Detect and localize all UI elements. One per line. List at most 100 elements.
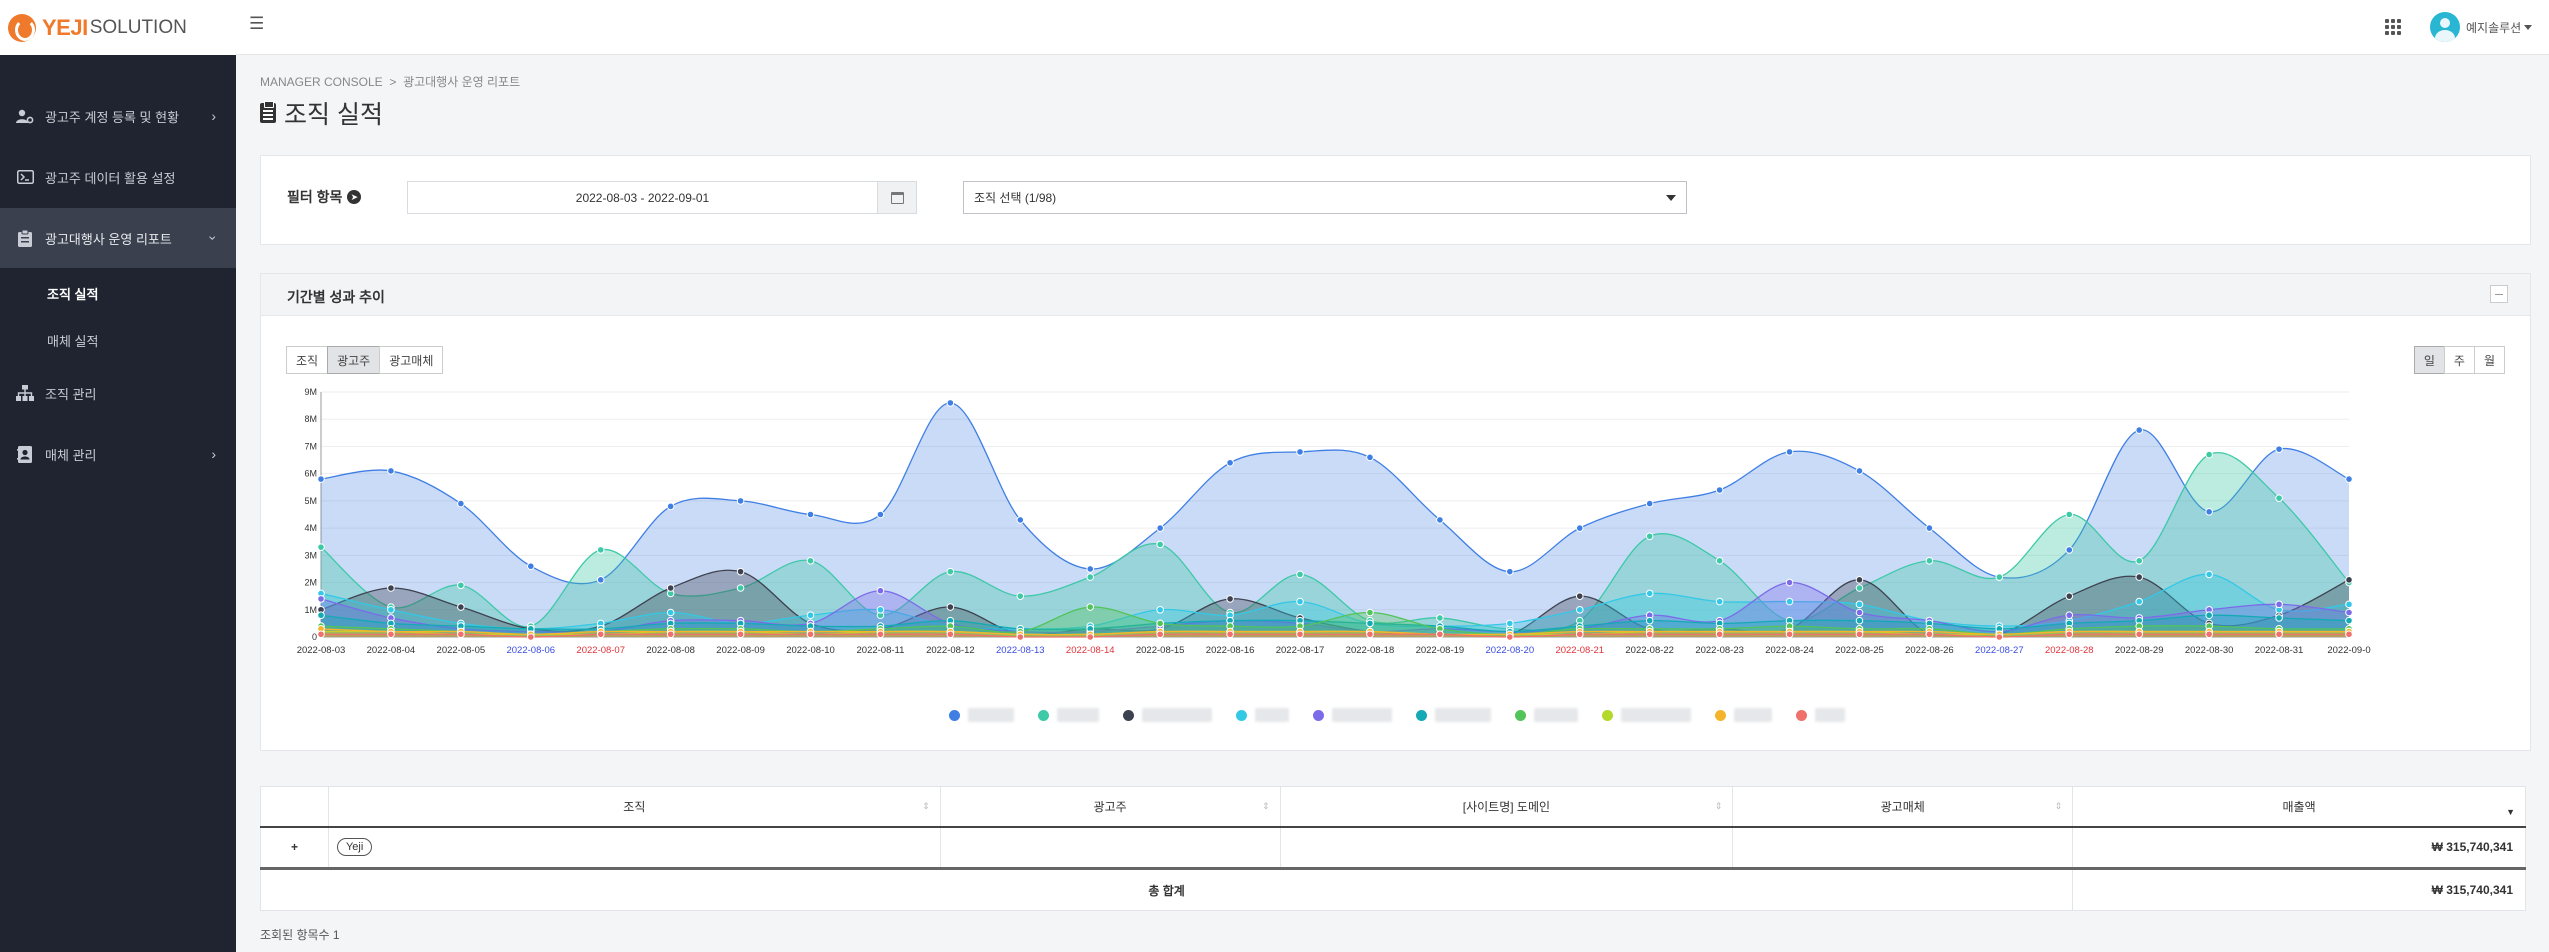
- data-point[interactable]: [946, 567, 955, 576]
- data-point[interactable]: [2275, 600, 2283, 609]
- legend-item[interactable]: [1037, 708, 1099, 722]
- apps-grid-icon[interactable]: [2383, 17, 2401, 35]
- data-point[interactable]: [2135, 573, 2144, 581]
- data-point[interactable]: [666, 502, 675, 511]
- legend-item[interactable]: [1714, 708, 1772, 722]
- data-point[interactable]: [1785, 448, 1794, 456]
- data-point[interactable]: [387, 630, 395, 639]
- legend-item[interactable]: [1601, 708, 1691, 722]
- column-header-advertiser[interactable]: 광고주 ⇕: [939, 786, 1281, 828]
- data-point[interactable]: [1855, 584, 1864, 592]
- data-point[interactable]: [876, 630, 885, 639]
- sidebar-item-media-management[interactable]: 매체 관리 ›: [0, 424, 236, 484]
- data-point[interactable]: [1506, 567, 1514, 576]
- data-point[interactable]: [2275, 630, 2283, 639]
- data-point[interactable]: [1226, 595, 1234, 603]
- data-point[interactable]: [317, 475, 325, 483]
- data-point[interactable]: [1296, 570, 1304, 579]
- data-point[interactable]: [2345, 600, 2353, 609]
- data-point[interactable]: [666, 608, 675, 617]
- data-point[interactable]: [1156, 524, 1164, 532]
- breadcrumb-root[interactable]: MANAGER CONSOLE: [260, 75, 383, 89]
- data-point[interactable]: [1785, 578, 1794, 587]
- data-point[interactable]: [1436, 516, 1444, 524]
- data-point[interactable]: [1645, 589, 1654, 598]
- data-point[interactable]: [1016, 592, 1025, 600]
- data-point[interactable]: [457, 499, 465, 508]
- data-point[interactable]: [1156, 540, 1164, 549]
- legend-item[interactable]: [1415, 708, 1491, 722]
- data-point[interactable]: [2065, 592, 2074, 600]
- data-point[interactable]: [1645, 499, 1654, 508]
- data-point[interactable]: [2135, 597, 2144, 606]
- data-point[interactable]: [806, 611, 815, 620]
- sidebar-item-org-management[interactable]: 조직 관리: [0, 363, 236, 423]
- data-point[interactable]: [1995, 633, 2004, 641]
- data-point[interactable]: [2345, 608, 2353, 617]
- sidebar-item-data-settings[interactable]: 광고주 데이터 활용 설정: [0, 147, 236, 207]
- data-point[interactable]: [317, 543, 325, 551]
- collapse-button[interactable]: [2490, 285, 2508, 303]
- data-point[interactable]: [317, 611, 325, 620]
- data-point[interactable]: [2135, 426, 2144, 434]
- data-point[interactable]: [1995, 573, 2004, 581]
- brand-logo[interactable]: YEJI SOLUTION: [0, 0, 236, 55]
- calendar-button[interactable]: [877, 182, 916, 213]
- data-point[interactable]: [736, 584, 745, 592]
- legend-item[interactable]: [1312, 708, 1392, 722]
- column-header-media[interactable]: 광고매체 ⇕: [1732, 786, 2074, 828]
- data-point[interactable]: [1925, 556, 1934, 565]
- column-header-revenue[interactable]: 매출액 ▼: [2072, 786, 2526, 828]
- data-point[interactable]: [1296, 448, 1304, 456]
- expand-row-button[interactable]: +: [260, 826, 329, 869]
- data-point[interactable]: [1296, 630, 1304, 639]
- legend-item[interactable]: [1235, 708, 1289, 722]
- data-point[interactable]: [1226, 630, 1234, 639]
- sidebar-subitem-media-performance[interactable]: 매체 실적: [47, 331, 98, 350]
- data-point[interactable]: [1156, 605, 1164, 614]
- legend-item[interactable]: [1514, 708, 1578, 722]
- user-menu[interactable]: 예지솔루션: [2430, 11, 2533, 43]
- data-point[interactable]: [1715, 597, 1724, 606]
- data-point[interactable]: [2135, 630, 2144, 639]
- data-point[interactable]: [596, 630, 605, 639]
- data-point[interactable]: [1645, 630, 1654, 639]
- data-point[interactable]: [806, 556, 815, 565]
- data-point[interactable]: [2065, 510, 2074, 519]
- data-point[interactable]: [1366, 453, 1374, 462]
- data-point[interactable]: [2205, 611, 2213, 620]
- data-point[interactable]: [2205, 507, 2213, 516]
- data-point[interactable]: [2275, 494, 2283, 502]
- data-point[interactable]: [1645, 616, 1654, 625]
- data-point[interactable]: [1016, 516, 1025, 524]
- data-point[interactable]: [946, 630, 955, 639]
- data-point[interactable]: [1855, 616, 1864, 625]
- data-point[interactable]: [876, 510, 885, 519]
- data-point[interactable]: [1156, 619, 1164, 628]
- column-header-org[interactable]: 조직 ⇕: [327, 786, 941, 828]
- data-point[interactable]: [876, 605, 885, 614]
- data-point[interactable]: [1855, 467, 1864, 475]
- legend-item[interactable]: [1122, 708, 1212, 722]
- data-point[interactable]: [806, 630, 815, 639]
- date-range-input[interactable]: 2022-08-03 - 2022-09-01: [407, 181, 917, 214]
- data-point[interactable]: [2135, 556, 2144, 565]
- data-point[interactable]: [736, 497, 745, 505]
- data-point[interactable]: [2345, 616, 2353, 625]
- data-point[interactable]: [946, 603, 955, 611]
- data-point[interactable]: [1296, 597, 1304, 606]
- data-point[interactable]: [1715, 556, 1724, 565]
- data-point[interactable]: [317, 630, 325, 639]
- data-point[interactable]: [1086, 603, 1095, 611]
- data-point[interactable]: [526, 562, 535, 571]
- data-point[interactable]: [1855, 608, 1864, 617]
- org-select-dropdown[interactable]: 조직 선택 (1/98): [963, 181, 1687, 214]
- data-point[interactable]: [387, 605, 395, 614]
- data-point[interactable]: [1575, 605, 1584, 614]
- legend-item[interactable]: [1795, 708, 1845, 722]
- data-point[interactable]: [666, 584, 675, 592]
- data-point[interactable]: [1855, 600, 1864, 609]
- data-point[interactable]: [1645, 532, 1654, 541]
- data-point[interactable]: [1855, 630, 1864, 639]
- legend-item[interactable]: [948, 708, 1014, 722]
